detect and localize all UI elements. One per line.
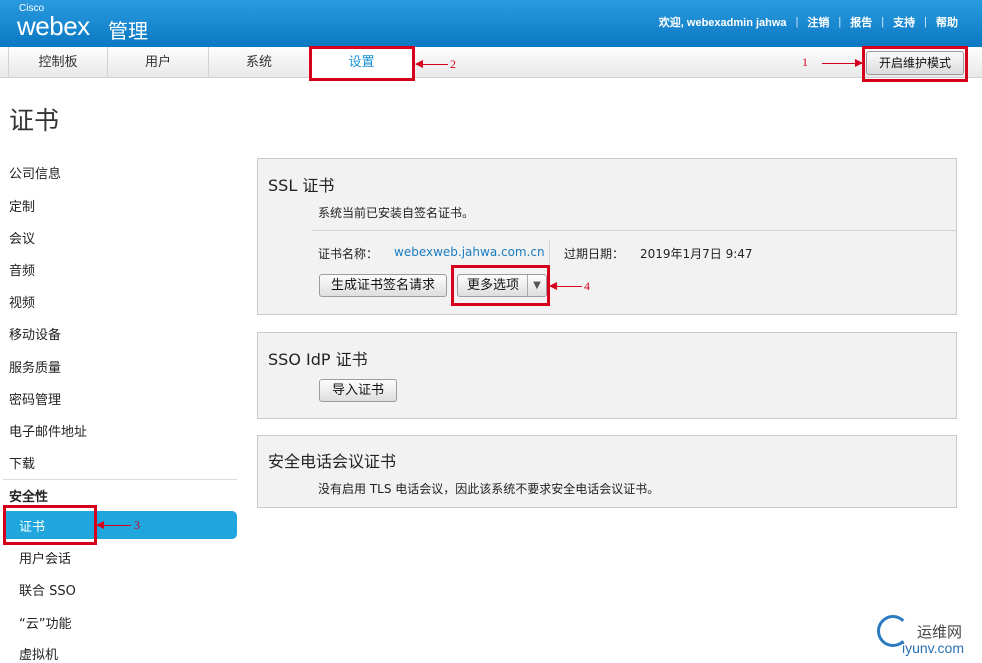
- expiry-value: 2019年1月7日 9:47: [640, 247, 753, 261]
- more-options-label: 更多选项: [467, 278, 520, 293]
- sidebar-section-security: 安全性: [9, 490, 49, 505]
- sso-idp-certificate-panel: SSO IdP 证书 导入证书: [257, 332, 957, 419]
- sidebar-item-mobile[interactable]: 移动设备: [9, 324, 61, 343]
- annotation-label-2: 2: [450, 57, 456, 71]
- annotation-arrow-2: [415, 60, 448, 68]
- tab-dashboard[interactable]: 控制板: [8, 47, 108, 78]
- annotation-arrow-1: [822, 59, 863, 67]
- maintenance-mode-button[interactable]: 开启维护模式: [866, 51, 964, 75]
- import-certificate-button[interactable]: 导入证书: [319, 379, 397, 402]
- sidebar-item-company-info[interactable]: 公司信息: [9, 163, 61, 182]
- tab-system[interactable]: 系统: [209, 47, 310, 78]
- annotation-label-4: 4: [584, 279, 590, 293]
- ssl-certificate-panel: SSL 证书 系统当前已安装自签名证书。 证书名称： webexweb.jahw…: [257, 158, 957, 315]
- ssl-divider: [312, 230, 956, 231]
- sidebar-item-cloud-features[interactable]: “云”功能: [19, 613, 71, 632]
- welcome-text: 欢迎, webexadmin jahwa: [658, 17, 787, 29]
- generate-csr-button[interactable]: 生成证书签名请求: [319, 274, 447, 297]
- ssl-panel-title: SSL 证书: [268, 176, 335, 195]
- sidebar-item-downloads[interactable]: 下载: [9, 453, 35, 472]
- sidebar-item-virtual-machines[interactable]: 虚拟机: [19, 644, 58, 663]
- reports-link[interactable]: 报告: [850, 14, 872, 30]
- tab-users[interactable]: 用户: [108, 47, 209, 78]
- sidebar-item-federated-sso[interactable]: 联合 SSO: [19, 580, 76, 599]
- tab-settings[interactable]: 设置: [310, 47, 414, 78]
- webex-admin-page: Cisco webex 管理 欢迎, webexadmin jahwa | 注销…: [0, 0, 982, 663]
- watermark-url: iyunv.com: [902, 640, 964, 656]
- sso-panel-title: SSO IdP 证书: [268, 350, 368, 369]
- sidebar-item-audio[interactable]: 音频: [9, 260, 35, 279]
- sidebar-divider: [3, 479, 237, 480]
- cert-name-label: 证书名称：: [318, 247, 379, 261]
- sidebar-item-email[interactable]: 电子邮件地址: [9, 421, 87, 440]
- sidebar-item-video[interactable]: 视频: [9, 292, 35, 311]
- annotation-arrow-3: [96, 521, 131, 529]
- cert-info-separator: [549, 241, 550, 263]
- header-nav: 欢迎, webexadmin jahwa | 注销 | 报告 | 支持 | 帮助: [658, 14, 958, 30]
- sidebar-item-password[interactable]: 密码管理: [9, 389, 61, 408]
- secure-teleconference-panel: 安全电话会议证书 没有启用 TLS 电话会议，因此该系统不要求安全电话会议证书。: [257, 435, 957, 508]
- sidebar-item-user-sessions[interactable]: 用户会话: [19, 548, 71, 567]
- brand-webex-logo: webex: [17, 11, 90, 41]
- sidebar-item-qos[interactable]: 服务质量: [9, 357, 61, 376]
- ssl-description: 系统当前已安装自签名证书。: [318, 206, 475, 220]
- watermark-text: 运维网: [917, 623, 963, 641]
- annotation-arrow-4: [549, 282, 582, 290]
- more-options-button[interactable]: 更多选项 ▼: [457, 274, 547, 297]
- support-link[interactable]: 支持: [893, 14, 915, 30]
- secure-call-description: 没有启用 TLS 电话会议，因此该系统不要求安全电话会议证书。: [318, 482, 660, 496]
- cert-name-value: webexweb.jahwa.com.cn: [394, 245, 545, 259]
- page-title: 证书: [9, 106, 60, 135]
- expiry-label: 过期日期：: [564, 247, 625, 261]
- top-header: Cisco webex 管理 欢迎, webexadmin jahwa | 注销…: [0, 0, 982, 47]
- annotation-label-1: 1: [802, 55, 808, 69]
- sidebar-item-certificates[interactable]: 证书: [19, 516, 45, 535]
- sidebar-item-meetings[interactable]: 会议: [9, 228, 35, 247]
- sidebar-item-customize[interactable]: 定制: [9, 196, 35, 215]
- logout-link[interactable]: 注销: [807, 14, 829, 30]
- brand-admin-label: 管理: [108, 19, 148, 43]
- annotation-label-3: 3: [134, 518, 140, 532]
- chevron-down-icon: ▼: [527, 275, 546, 296]
- help-link[interactable]: 帮助: [936, 14, 958, 30]
- secure-call-panel-title: 安全电话会议证书: [268, 452, 397, 471]
